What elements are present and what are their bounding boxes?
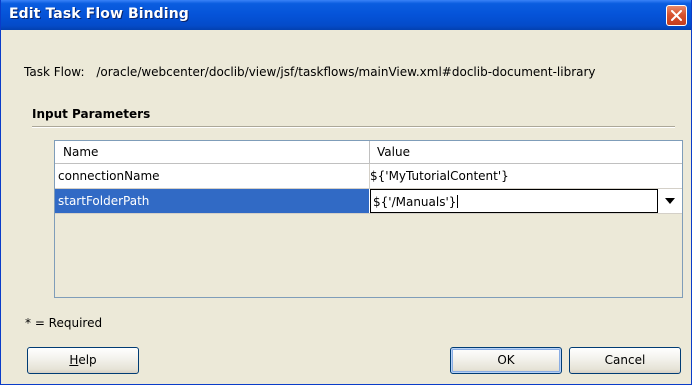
help-mnemonic: H (69, 353, 79, 367)
chevron-down-icon (665, 198, 675, 204)
table-row[interactable]: connectionName ${'MyTutorialContent'} (55, 164, 682, 189)
title-bar[interactable]: Edit Task Flow Binding (1, 0, 691, 30)
help-label-rest: elp (78, 353, 97, 367)
input-parameters-heading: Input Parameters (32, 107, 151, 121)
dialog-title: Edit Task Flow Binding (9, 6, 189, 22)
param-name-cell[interactable]: startFolderPath (55, 189, 369, 213)
task-flow-row: Task Flow: /oracle/webcenter/doclib/view… (24, 65, 596, 79)
parameters-table[interactable]: Name Value connectionName ${'MyTutorialC… (54, 140, 683, 298)
column-divider[interactable] (369, 141, 370, 163)
value-dropdown-button[interactable] (658, 189, 682, 213)
table-header: Name Value (55, 141, 682, 164)
param-name-cell[interactable]: connectionName (55, 164, 369, 188)
param-value-editor[interactable]: ${'/Manuals'} (370, 189, 658, 213)
close-button[interactable] (666, 5, 687, 26)
task-flow-path: /oracle/webcenter/doclib/view/jsf/taskfl… (96, 65, 596, 79)
text-caret (457, 195, 459, 208)
required-note: * = Required (25, 316, 103, 330)
close-icon (671, 10, 682, 21)
column-header-value[interactable]: Value (377, 145, 410, 159)
param-value-text: ${'/Manuals'} (373, 195, 457, 209)
task-flow-label: Task Flow: (24, 65, 85, 79)
cancel-button[interactable]: Cancel (569, 347, 681, 374)
section-divider (32, 126, 675, 128)
dialog-window: Edit Task Flow Binding Task Flow: /oracl… (0, 0, 692, 385)
ok-button[interactable]: OK (450, 347, 562, 374)
table-row-selected[interactable]: startFolderPath ${'/Manuals'} (55, 189, 682, 214)
column-header-name[interactable]: Name (63, 145, 98, 159)
help-button[interactable]: Help (27, 347, 139, 374)
param-value-cell[interactable]: ${'MyTutorialContent'} (370, 164, 682, 188)
